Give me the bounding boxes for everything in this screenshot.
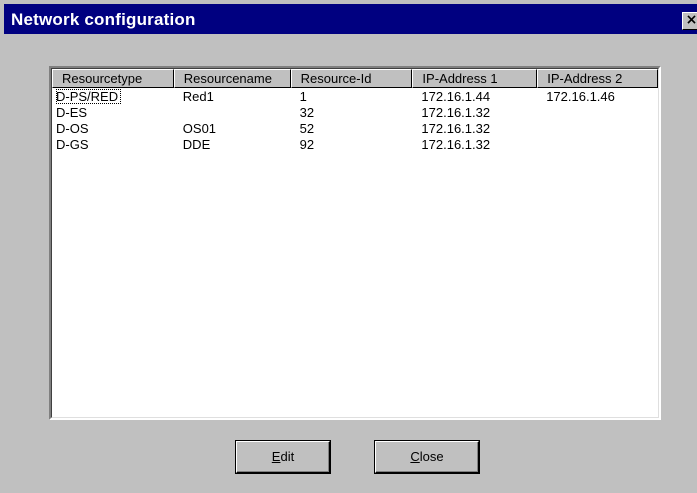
table-cell [537,137,658,153]
table-row[interactable]: D-GS DDE 92 172.16.1.32 [52,137,658,153]
table-row[interactable]: D-OS OS01 52 172.16.1.32 [52,121,658,137]
title-bar[interactable]: Network configuration × [4,4,697,34]
table-cell: 32 [299,105,315,120]
close-button-label: lose [419,449,444,464]
table-row[interactable]: D-ES 32 172.16.1.32 [52,105,658,121]
list-rows: D-PS/RED Red1 1 172.16.1.44 172.16.1.46 … [52,89,658,153]
table-cell: 172.16.1.32 [421,137,491,152]
column-header-resourcename[interactable]: Resourcename [173,69,291,88]
column-header-resourcetype[interactable]: Resourcetype [52,69,174,88]
table-cell: DDE [182,137,211,152]
table-cell: 52 [299,121,315,136]
table-cell: 172.16.1.46 [546,89,615,104]
table-cell: D-ES [56,105,88,120]
column-header-ip-address-2[interactable]: IP-Address 2 [537,69,658,88]
column-header-ip-address-1[interactable]: IP-Address 1 [412,69,538,88]
table-cell [537,121,658,137]
table-cell: D-GS [56,137,89,152]
table-cell: 172.16.1.32 [421,121,491,136]
table-cell: 1 [299,89,307,104]
table-cell: Red1 [182,89,214,104]
close-button[interactable]: Close [375,441,479,473]
close-window-button[interactable]: × [682,12,697,30]
table-cell: 92 [299,137,315,152]
window-title: Network configuration [11,10,196,29]
list-header: Resourcetype Resourcename Resource-Id IP… [52,69,658,88]
column-header-resource-id[interactable]: Resource-Id [290,69,413,88]
edit-button-label: dit [280,449,295,464]
close-button-mnemonic: C [410,449,420,464]
edit-button[interactable]: Edit [236,441,330,473]
table-cell: OS01 [182,121,217,136]
table-cell: D-PS/RED [56,89,122,104]
close-icon: × [685,12,697,28]
table-cell: 172.16.1.32 [421,105,491,120]
table-cell: 172.16.1.44 [421,89,491,104]
table-cell: D-OS [56,121,89,136]
table-cell [537,105,658,121]
resource-list[interactable]: Resourcetype Resourcename Resource-Id IP… [49,66,661,420]
table-cell [174,105,291,121]
network-configuration-dialog: Network configuration × Resourcetype Res… [0,0,697,493]
table-row[interactable]: D-PS/RED Red1 1 172.16.1.44 172.16.1.46 [52,89,658,105]
